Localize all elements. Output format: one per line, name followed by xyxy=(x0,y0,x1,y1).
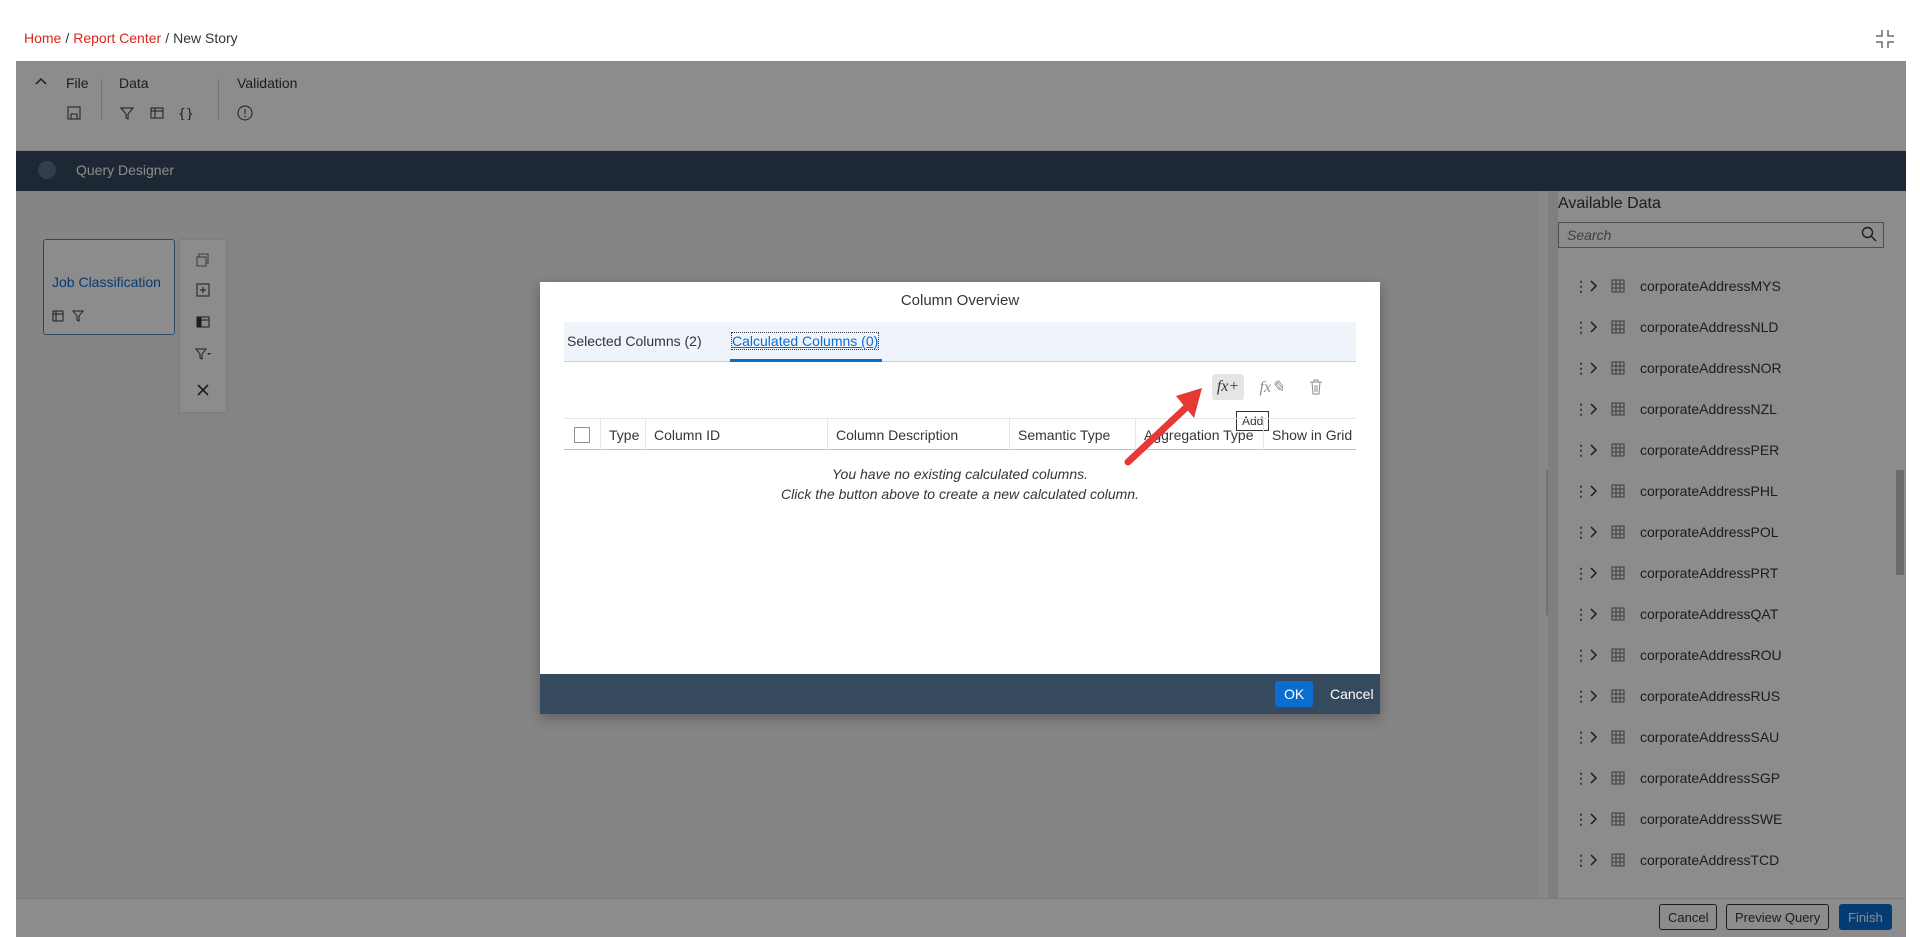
edit-calculated-column-button[interactable]: fx✎ xyxy=(1256,374,1288,400)
column-header-semantic-type[interactable]: Semantic Type xyxy=(1009,419,1135,451)
column-header-show-in-grid[interactable]: Show in Grid xyxy=(1263,419,1356,451)
breadcrumb-current: New Story xyxy=(173,30,238,46)
breadcrumb-home-link[interactable]: Home xyxy=(24,30,61,46)
tab-selected-columns[interactable]: Selected Columns (2) xyxy=(567,333,702,349)
empty-state-line2: Click the button above to create a new c… xyxy=(781,486,1139,502)
breadcrumb-separator: / xyxy=(65,30,70,46)
tab-calculated-columns[interactable]: Calculated Columns (0) xyxy=(730,332,880,350)
active-tab-indicator xyxy=(730,359,882,362)
dialog-cancel-button[interactable]: Cancel xyxy=(1324,681,1380,707)
table-header: Type Column ID Column Description Semant… xyxy=(564,418,1356,451)
dialog-tabs: Selected Columns (2) Calculated Columns … xyxy=(564,322,1356,362)
empty-state-line1: You have no existing calculated columns. xyxy=(831,466,1089,482)
select-all-cell xyxy=(564,419,600,451)
breadcrumb-report-center-link[interactable]: Report Center xyxy=(73,30,161,46)
dialog-title: Column Overview xyxy=(900,292,1020,309)
column-header-column-id[interactable]: Column ID xyxy=(645,419,827,451)
column-overview-dialog: Column Overview Selected Columns (2) Cal… xyxy=(540,282,1380,714)
exit-fullscreen-icon[interactable] xyxy=(1874,28,1896,50)
column-header-column-description[interactable]: Column Description xyxy=(827,419,1009,451)
dialog-action-bar: fx+ fx✎ xyxy=(1212,374,1332,400)
dialog-footer: OK Cancel xyxy=(540,674,1380,714)
select-all-checkbox[interactable] xyxy=(574,427,590,443)
breadcrumb: Home / Report Center / New Story xyxy=(24,30,238,46)
delete-icon[interactable] xyxy=(1300,374,1332,400)
ok-button[interactable]: OK xyxy=(1275,681,1314,707)
breadcrumb-separator: / xyxy=(165,30,170,46)
column-header-type[interactable]: Type xyxy=(600,419,645,451)
annotation-arrow xyxy=(1124,388,1202,466)
